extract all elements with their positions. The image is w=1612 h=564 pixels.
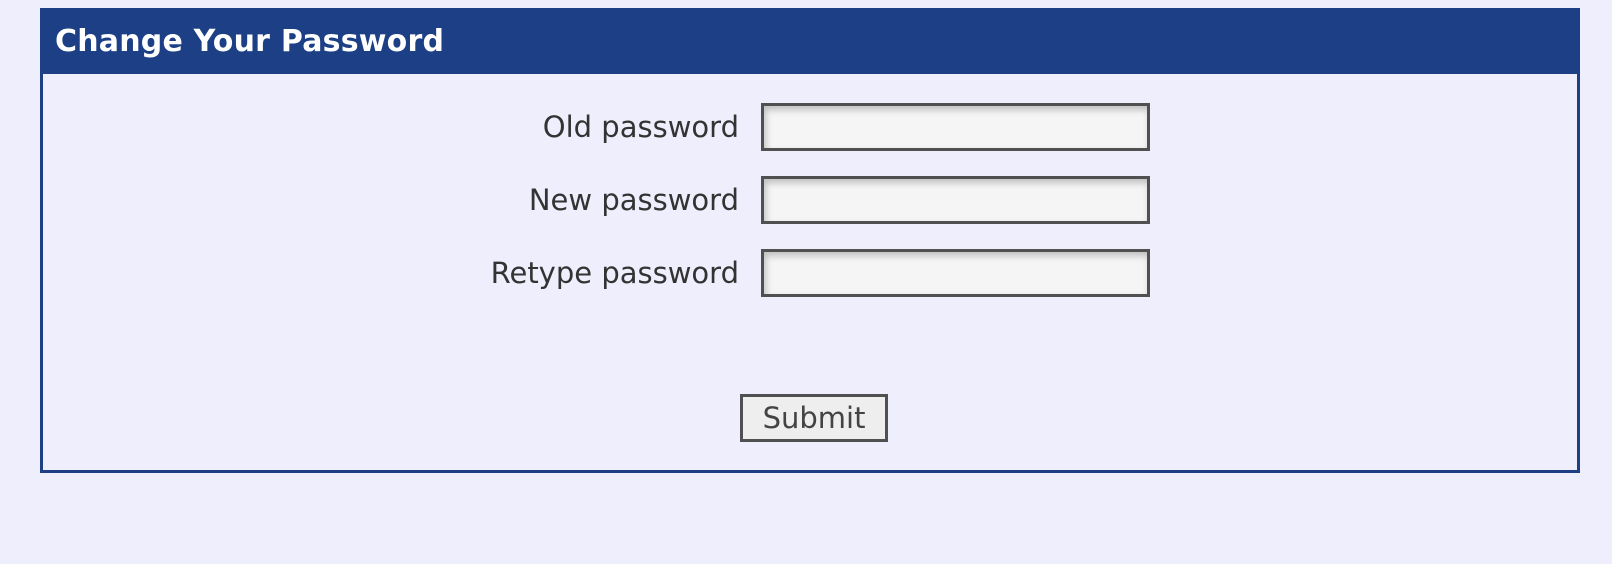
submit-button[interactable]: Submit bbox=[740, 394, 888, 442]
panel-title: Change Your Password bbox=[55, 24, 445, 59]
change-password-panel: Change Your Password Old password New pa… bbox=[40, 8, 1580, 473]
new-password-row: New password bbox=[43, 176, 1577, 224]
retype-password-field[interactable] bbox=[761, 249, 1150, 297]
retype-password-label: Retype password bbox=[490, 256, 739, 290]
old-password-label: Old password bbox=[542, 110, 739, 144]
old-password-row: Old password bbox=[43, 103, 1577, 151]
old-password-field[interactable] bbox=[761, 103, 1150, 151]
new-password-label: New password bbox=[528, 183, 739, 217]
panel-header: Change Your Password bbox=[43, 11, 1577, 74]
new-password-field[interactable] bbox=[761, 176, 1150, 224]
retype-password-row: Retype password bbox=[43, 249, 1577, 297]
